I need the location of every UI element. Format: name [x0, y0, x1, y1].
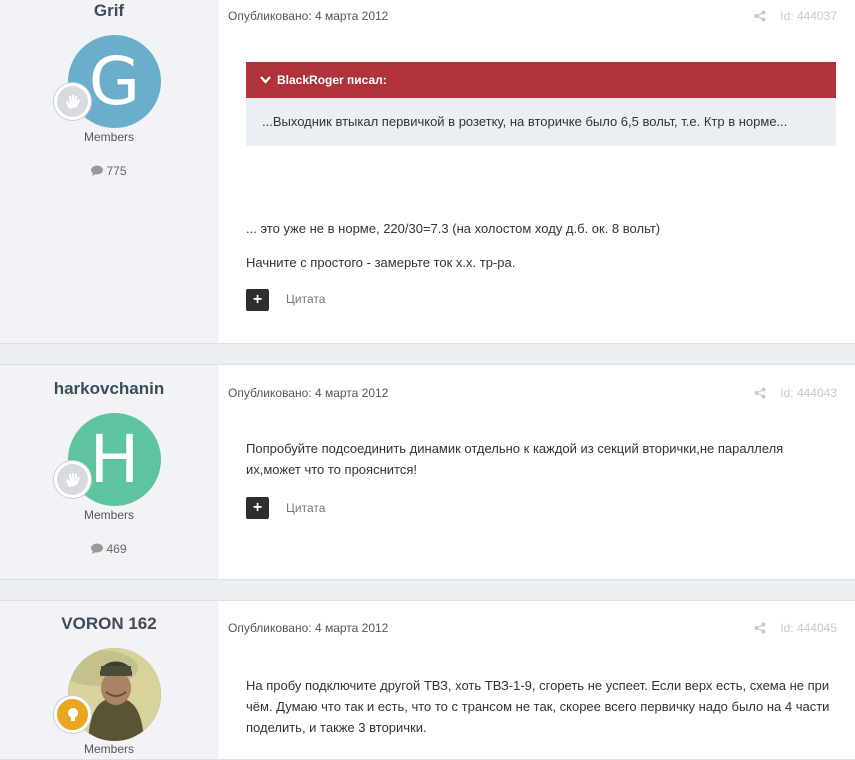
share-icon[interactable] [754, 387, 766, 399]
post-count-value: 469 [106, 542, 127, 556]
post-id: Id: 444037 [780, 9, 837, 23]
quote-block: BlackRoger писал: ...Выходник втыкал пер… [246, 62, 836, 146]
member-group: Members [83, 742, 134, 756]
author-name[interactable]: harkovchanin [0, 379, 218, 399]
post-grif: Grif G Members 775 Опубликовано: 4 марта… [0, 0, 855, 344]
chevron-down-icon[interactable] [260, 76, 271, 84]
published-date[interactable]: Опубликовано: 4 марта 2012 [228, 386, 388, 400]
post-count: 469 [0, 542, 218, 556]
post-voron: VORON 162 Members Опубликовано: 4 марта … [0, 600, 855, 760]
post-paragraph: Попробуйте подсоединить динамик отдельно… [246, 441, 784, 477]
post-count-value: 775 [106, 164, 127, 178]
share-icon[interactable] [754, 622, 766, 634]
post-meta-right: Id: 444043 [754, 386, 837, 400]
quote-text: ...Выходник втыкал первичкой в розетку, … [262, 114, 788, 129]
post-paragraph: ... это уже не в норме, 220/30=7.3 (на х… [246, 221, 661, 236]
published-date[interactable]: Опубликовано: 4 марта 2012 [228, 9, 388, 23]
post-count: 775 [0, 164, 218, 178]
multiquote-plus-button[interactable]: + [246, 497, 269, 519]
member-group: Members [83, 508, 134, 522]
author-name[interactable]: VORON 162 [0, 614, 218, 634]
quote-button[interactable]: Цитата [286, 501, 325, 515]
lightbulb-icon [67, 707, 78, 721]
post-harkovchanin: harkovchanin H Members 469 Опубликовано:… [0, 364, 855, 580]
post-id: Id: 444045 [780, 621, 837, 635]
multiquote-plus-button[interactable]: + [246, 289, 269, 311]
published-date[interactable]: Опубликовано: 4 марта 2012 [228, 621, 388, 635]
post-meta-right: Id: 444037 [754, 9, 837, 23]
hand-icon [65, 472, 80, 487]
post-id: Id: 444043 [780, 386, 837, 400]
post-paragraph: Начните с простого - замерьте ток х.х. т… [246, 255, 516, 270]
comment-icon [91, 543, 104, 554]
quote-header[interactable]: BlackRoger писал: [246, 62, 836, 98]
quote-button[interactable]: Цитата [286, 292, 325, 306]
author-column: Grif G Members 775 [0, 0, 218, 343]
hand-icon [65, 94, 80, 109]
post-paragraph: На пробу подключите другой ТВЗ, хоть ТВЗ… [246, 678, 830, 735]
author-name[interactable]: Grif [0, 1, 218, 21]
author-column: VORON 162 Members [0, 601, 218, 759]
post-meta-right: Id: 444045 [754, 621, 837, 635]
author-column: harkovchanin H Members 469 [0, 365, 218, 579]
rank-badge [54, 461, 91, 498]
comment-icon [91, 165, 104, 176]
quote-author: BlackRoger писал: [277, 73, 387, 87]
member-group: Members [83, 130, 134, 144]
rank-badge [54, 696, 91, 733]
rank-badge [54, 83, 91, 120]
share-icon[interactable] [754, 10, 766, 22]
